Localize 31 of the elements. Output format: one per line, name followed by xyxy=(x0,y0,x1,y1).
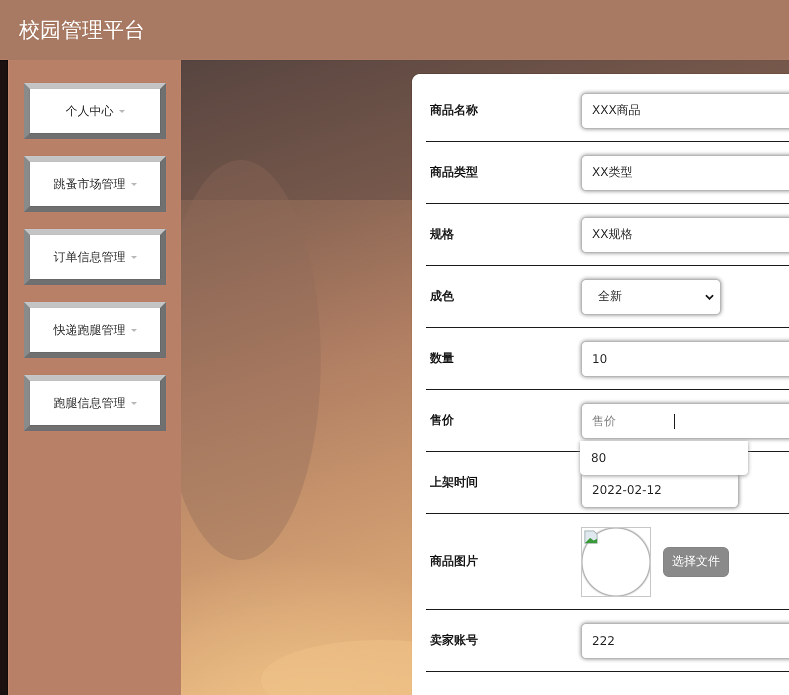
menu-button[interactable]: 跑腿信息管理 xyxy=(24,375,166,431)
text-cursor-icon xyxy=(674,414,675,428)
field-label: 商品图片 xyxy=(429,553,479,570)
field-label: 成色 xyxy=(429,288,455,305)
field-label: 商品名称 xyxy=(429,102,479,119)
caret-icon xyxy=(130,256,136,258)
chevron-icon xyxy=(705,294,714,300)
field-label: 上架时间 xyxy=(429,474,479,491)
menu-button[interactable]: 快递跑腿管理 xyxy=(24,302,166,358)
field-label: 规格 xyxy=(428,226,455,243)
suggestion-item[interactable]: 80 xyxy=(580,450,606,464)
menu-button[interactable]: 跳蚤市场管理 xyxy=(24,156,166,212)
menu-button[interactable]: 订单信息管理 xyxy=(24,229,166,285)
input-field[interactable]: XX规格 xyxy=(581,216,789,252)
input-field[interactable]: XXX商品 xyxy=(581,92,789,128)
caret-icon xyxy=(130,182,136,186)
menu-button[interactable]: 个人中心 xyxy=(24,83,166,139)
caret-icon xyxy=(130,328,136,332)
broken-image-icon xyxy=(584,530,598,544)
caret-icon xyxy=(118,110,124,112)
field-label: 数量 xyxy=(428,350,455,367)
input-field[interactable]: 10 xyxy=(581,340,789,376)
select-field[interactable]: 全新 xyxy=(581,278,721,314)
field-label: 商品类型 xyxy=(429,164,479,181)
input-field[interactable]: 售价 xyxy=(581,402,789,438)
caret-icon xyxy=(130,402,136,404)
input-field[interactable]: XX类型 xyxy=(581,154,789,190)
app-title: 校园管理平台 xyxy=(19,17,145,44)
field-label: 卖家账号 xyxy=(429,632,479,649)
field-label: 售价 xyxy=(429,412,455,429)
input-field[interactable]: 222 xyxy=(581,622,789,658)
